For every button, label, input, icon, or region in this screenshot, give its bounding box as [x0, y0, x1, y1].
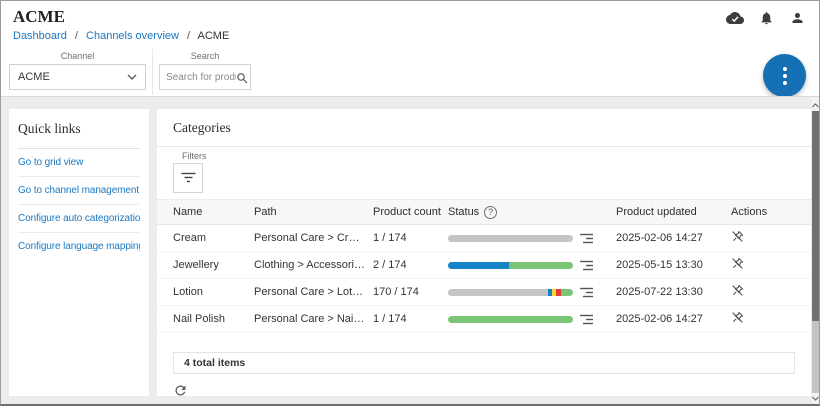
table-header: Name Path Product count Status ? Product… — [157, 199, 811, 225]
unpin-icon[interactable] — [731, 284, 744, 297]
category-name: Nail Polish — [173, 313, 254, 325]
table-body: Cream Personal Care > Cream 1 / 174 2025… — [157, 225, 811, 333]
channel-select[interactable]: ACME — [9, 64, 146, 90]
more-options-fab[interactable] — [763, 54, 806, 97]
col-product-updated[interactable]: Product updated — [616, 206, 731, 218]
channel-selected-value: ACME — [18, 71, 127, 83]
unpin-icon[interactable] — [731, 257, 744, 270]
header-divider — [152, 49, 153, 95]
category-name: Jewellery — [173, 259, 254, 271]
app-window: ACME Dashboard / Channels overview / ACM… — [0, 0, 820, 406]
notifications-bell-icon[interactable] — [757, 10, 775, 26]
search-icon — [236, 71, 248, 89]
status-help-icon[interactable]: ? — [484, 206, 497, 219]
product-updated: 2025-02-06 14:27 — [616, 232, 731, 244]
col-product-count[interactable]: Product count — [373, 206, 448, 218]
filters-button[interactable] — [173, 163, 203, 193]
quick-link[interactable]: Go to channel management — [18, 177, 140, 205]
product-updated: 2025-05-15 13:30 — [616, 259, 731, 271]
status-details-icon[interactable] — [580, 287, 593, 298]
breadcrumb-current: ACME — [198, 30, 230, 42]
breadcrumb-separator: / — [75, 30, 78, 42]
scrollbar-down-icon[interactable] — [812, 392, 819, 404]
breadcrumb-channels-overview[interactable]: Channels overview — [86, 30, 179, 42]
category-path: Personal Care > Cream — [254, 232, 373, 244]
vertical-scrollbar[interactable] — [812, 97, 819, 406]
quick-link[interactable]: Configure language mappings — [18, 233, 140, 260]
col-name[interactable]: Name — [173, 206, 254, 218]
category-path: Personal Care > Nail P... — [254, 313, 373, 325]
breadcrumb: Dashboard / Channels overview / ACME — [13, 30, 229, 42]
category-path: Clothing > Accessories... — [254, 259, 373, 271]
chevron-down-icon — [127, 71, 137, 83]
total-items-bar: 4 total items — [173, 352, 795, 374]
filters-label: Filters — [173, 151, 795, 161]
refresh-button[interactable] — [173, 383, 188, 401]
status-cell — [448, 314, 616, 325]
table-row[interactable]: Nail Polish Personal Care > Nail P... 1 … — [157, 306, 811, 333]
search-label: Search — [159, 51, 251, 61]
breadcrumb-dashboard[interactable]: Dashboard — [13, 30, 67, 42]
page-title: ACME — [13, 7, 65, 27]
cloud-sync-icon[interactable] — [726, 10, 744, 26]
filters-section: Filters — [157, 147, 811, 193]
product-count: 170 / 174 — [373, 286, 448, 298]
product-updated: 2025-02-06 14:27 — [616, 313, 731, 325]
unpin-icon[interactable] — [731, 230, 744, 243]
category-name: Cream — [173, 232, 254, 244]
breadcrumb-separator: / — [187, 30, 190, 42]
category-name: Lotion — [173, 286, 254, 298]
search-group: Search — [159, 51, 251, 90]
status-bar — [448, 235, 573, 242]
scrollbar-track[interactable] — [812, 321, 819, 393]
status-bar — [448, 289, 573, 296]
table-row[interactable]: Jewellery Clothing > Accessories... 2 / … — [157, 252, 811, 279]
status-cell — [448, 287, 616, 298]
categories-panel: Categories Filters Name Path Product cou… — [157, 109, 811, 396]
channel-selector-group: Channel ACME — [9, 51, 146, 90]
product-count: 1 / 174 — [373, 313, 448, 325]
kebab-menu-icon — [783, 67, 787, 85]
product-updated: 2025-07-22 13:30 — [616, 286, 731, 298]
table-row[interactable]: Lotion Personal Care > Lotion 170 / 174 … — [157, 279, 811, 306]
refresh-icon — [173, 386, 188, 401]
status-bar — [448, 262, 573, 269]
quick-links-title: Quick links — [18, 121, 140, 149]
status-cell — [448, 260, 616, 271]
col-status[interactable]: Status — [448, 206, 479, 218]
product-count: 1 / 174 — [373, 232, 448, 244]
status-bar — [448, 316, 573, 323]
categories-title: Categories — [157, 109, 811, 147]
quick-links-panel: Quick links Go to grid view Go to channe… — [9, 109, 149, 396]
quick-links-list: Go to grid view Go to channel management… — [18, 149, 140, 260]
header-icons — [726, 10, 806, 26]
col-actions: Actions — [731, 206, 795, 218]
filter-icon — [181, 171, 196, 186]
status-details-icon[interactable] — [580, 314, 593, 325]
channel-label: Channel — [9, 51, 146, 61]
page-header: ACME Dashboard / Channels overview / ACM… — [1, 1, 819, 96]
scrollbar-thumb[interactable] — [812, 111, 819, 321]
scrollbar-up-icon[interactable] — [812, 99, 819, 111]
user-account-icon[interactable] — [788, 10, 806, 26]
table-row[interactable]: Cream Personal Care > Cream 1 / 174 2025… — [157, 225, 811, 252]
unpin-icon[interactable] — [731, 311, 744, 324]
category-path: Personal Care > Lotion — [254, 286, 373, 298]
content-area: Quick links Go to grid view Go to channe… — [1, 96, 819, 406]
quick-link[interactable]: Go to grid view — [18, 149, 140, 177]
status-details-icon[interactable] — [580, 260, 593, 271]
status-cell — [448, 233, 616, 244]
quick-link[interactable]: Configure auto categorization — [18, 205, 140, 233]
status-details-icon[interactable] — [580, 233, 593, 244]
product-count: 2 / 174 — [373, 259, 448, 271]
col-path[interactable]: Path — [254, 206, 373, 218]
